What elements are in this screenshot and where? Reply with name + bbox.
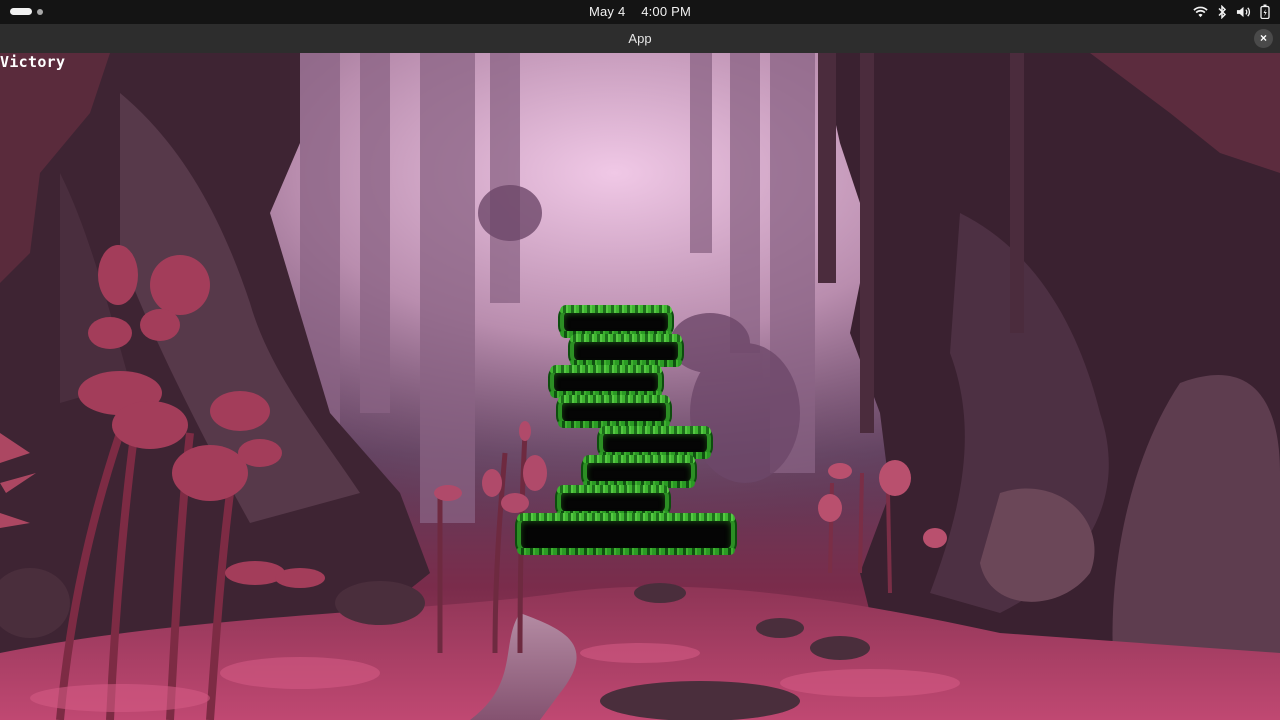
grass-platform xyxy=(517,513,735,555)
clock-date: May 4 xyxy=(588,4,626,19)
game-canvas[interactable]: Victory xyxy=(0,53,1280,720)
os-top-bar: May 4 4:00 PM xyxy=(0,0,1280,24)
window-title: App xyxy=(628,31,652,46)
grass-platform xyxy=(583,455,695,488)
grass-platform xyxy=(550,365,662,398)
grass-platform xyxy=(558,395,670,428)
grass-platform xyxy=(560,305,672,338)
volume-icon[interactable] xyxy=(1236,5,1251,19)
close-window-button[interactable]: × xyxy=(1254,29,1273,48)
wifi-icon[interactable] xyxy=(1193,5,1208,19)
clock-time: 4:00 PM xyxy=(641,4,692,19)
system-tray[interactable] xyxy=(1193,4,1270,19)
victory-status-text: Victory xyxy=(0,53,66,71)
grass-platform xyxy=(599,426,711,459)
battery-icon[interactable] xyxy=(1260,4,1270,19)
window-title-bar: App × xyxy=(0,24,1280,54)
clock[interactable]: May 4 4:00 PM xyxy=(0,4,1280,19)
grass-platform xyxy=(557,485,669,518)
bluetooth-icon[interactable] xyxy=(1217,4,1227,19)
grass-platform xyxy=(570,334,682,367)
